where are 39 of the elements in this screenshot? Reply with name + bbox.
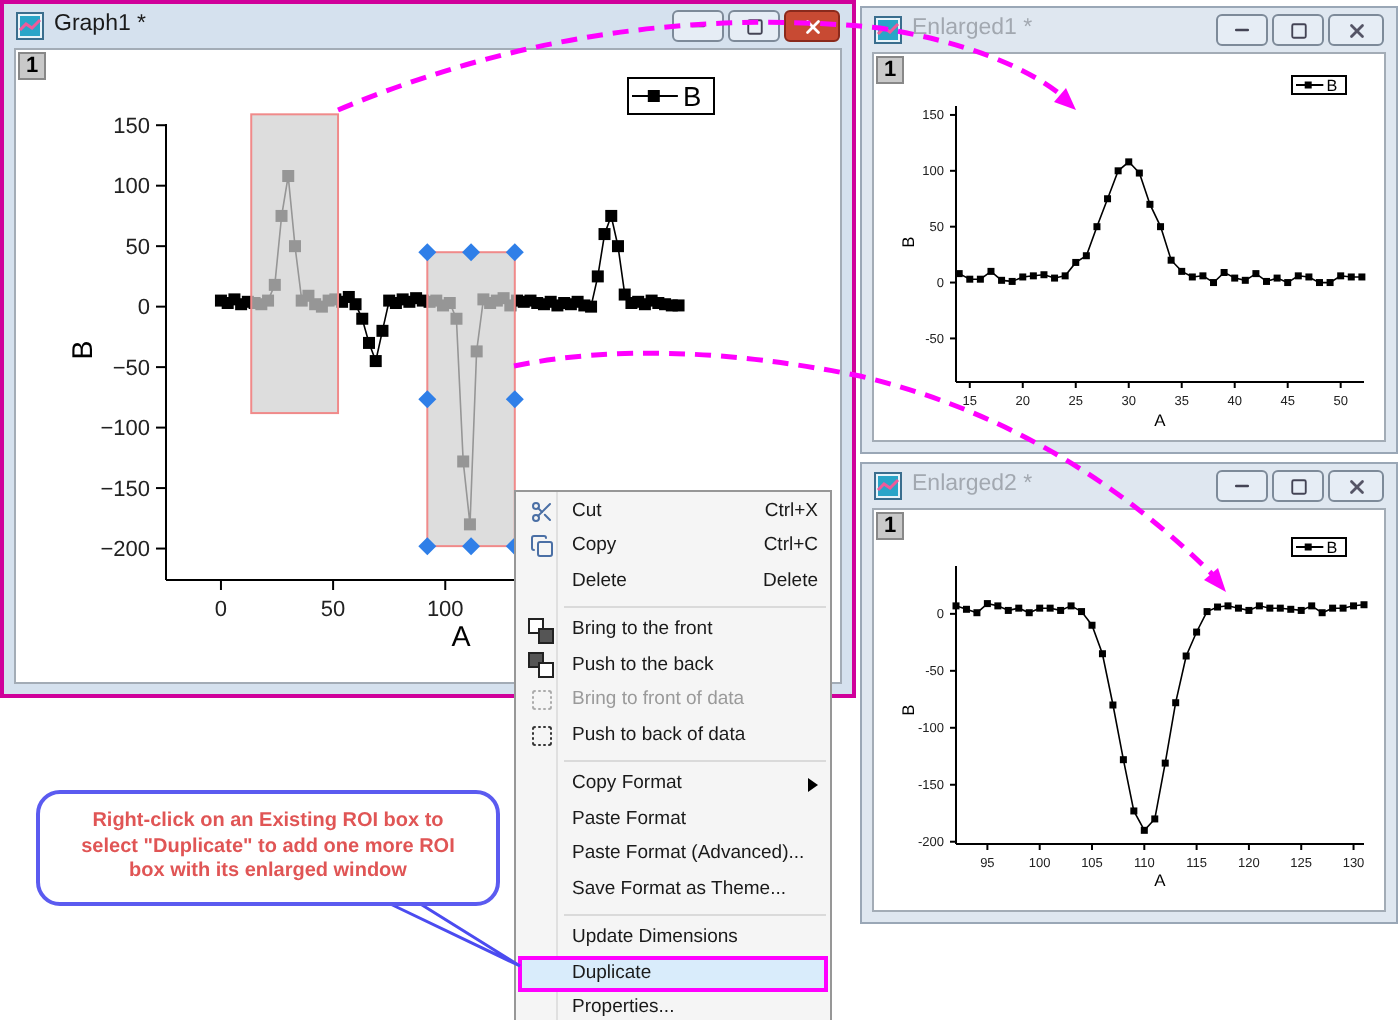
layer-badge[interactable]: 1	[876, 56, 904, 84]
menu-item[interactable]: Push to back of data	[522, 718, 824, 753]
window-title: Graph1 *	[54, 10, 149, 41]
menu-item[interactable]: Paste Format	[522, 802, 824, 837]
axis-title: A	[1154, 410, 1166, 430]
axis-title: B	[68, 340, 100, 360]
axis-title: B	[898, 704, 918, 716]
tick-label: 150	[113, 114, 150, 139]
menu-item[interactable]: Push to the back	[522, 648, 824, 683]
window-title: Enlarged2 *	[912, 470, 1035, 501]
menu-item[interactable]: Paste Format (Advanced)...	[522, 837, 824, 872]
menu-item[interactable]: Properties...	[522, 991, 824, 1020]
menu-item[interactable]: Bring to the front	[522, 613, 824, 648]
tick-label: 50	[320, 598, 346, 622]
tick-label: −50	[112, 356, 150, 381]
menu-item[interactable]: Copy Ctrl+C	[522, 529, 824, 564]
tick-label: 0	[137, 296, 150, 321]
window-title: Enlarged1 *	[912, 14, 1035, 45]
layer-badge[interactable]: 1	[876, 512, 904, 540]
menu-item[interactable]: Cut Ctrl+X	[522, 494, 824, 529]
tick-label: −200	[100, 538, 150, 563]
menu-item[interactable]: Save Format as Theme...	[522, 872, 824, 907]
legend-label: B	[683, 81, 702, 112]
axis-title: B	[898, 236, 918, 248]
axis-title: A	[451, 622, 471, 654]
legend-label: B	[1326, 538, 1338, 557]
legend-label: B	[1326, 76, 1338, 95]
tick-label: 50	[125, 235, 150, 260]
menu-item[interactable]: Delete Delete	[522, 564, 824, 599]
tick-label: 100	[113, 175, 150, 200]
tick-label: 100	[426, 598, 464, 622]
axis-title: A	[1154, 870, 1166, 890]
menu-item[interactable]: Update Dimensions	[522, 921, 824, 956]
menu-item[interactable]: Duplicate	[518, 956, 828, 991]
tick-label: −100	[100, 417, 150, 442]
tick-label: 0	[214, 598, 228, 622]
menu-item[interactable]: Copy Format	[522, 767, 824, 802]
layer-badge[interactable]: 1	[18, 52, 46, 80]
tick-label: −150	[100, 477, 150, 502]
